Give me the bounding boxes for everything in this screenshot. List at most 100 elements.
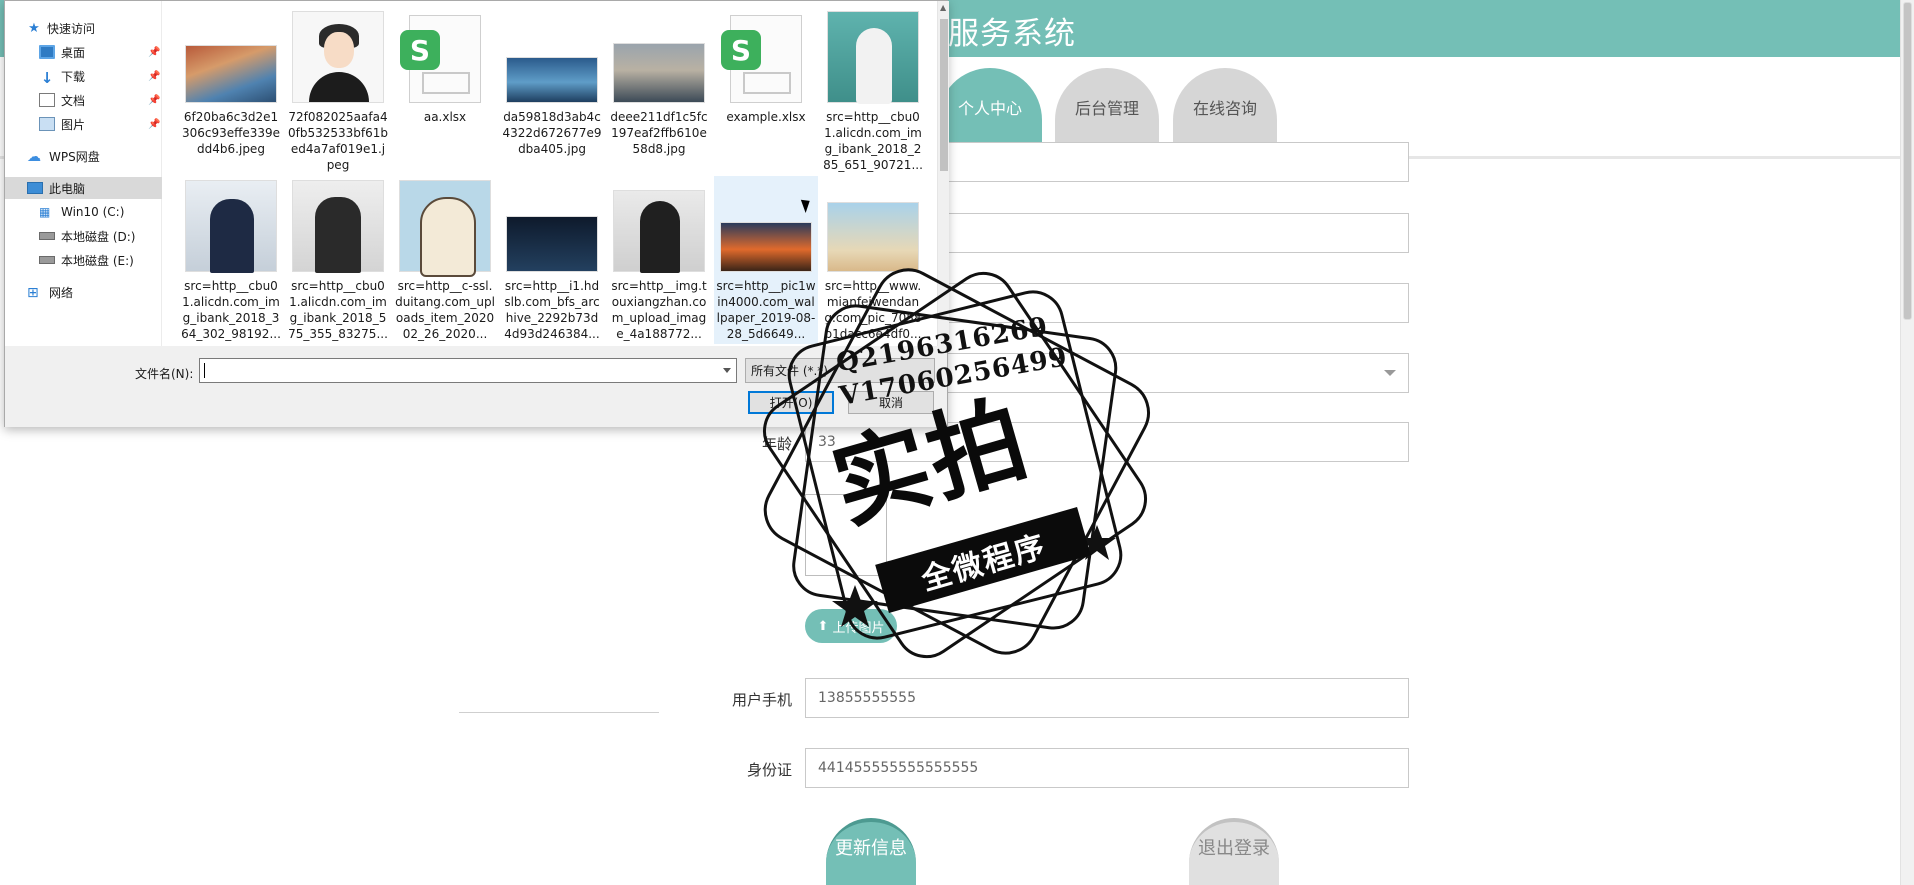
nav-pictures[interactable]: 图片 <box>39 113 85 135</box>
file-name: src=http__www.mianfeiwendang.com_pic_705… <box>824 279 922 341</box>
file-thumbnail <box>185 45 277 103</box>
file-list: 6f20ba6c3d2e1306c93effe339edd4b6.jpeg 72… <box>162 1 937 346</box>
phone-label: 用户手机 <box>731 691 792 709</box>
nav-downloads[interactable]: ↓ 下载 <box>39 65 85 87</box>
file-thumbnail <box>613 190 705 273</box>
file-list-scrollbar-thumb[interactable] <box>940 19 948 171</box>
file-item[interactable]: src=http__i1.hdslb.com_bfs_archive_2292b… <box>500 176 604 344</box>
nav-drive-d[interactable]: 本地磁盘 (D:) <box>39 225 135 247</box>
nav-label: 本地磁盘 (D:) <box>61 229 136 244</box>
star-icon: ★ <box>28 21 40 36</box>
pin-icon: 📌 <box>148 95 161 106</box>
file-name: src=http__cbu01.alicdn.com_img_ibank_201… <box>823 110 923 172</box>
file-item[interactable]: src=http__c-ssl.duitang.com_uploads_item… <box>393 176 497 344</box>
file-name: deee211df1c5fc197eaf2ffb610e58d8.jpg <box>610 110 708 156</box>
idcard-label: 身份证 <box>746 761 792 779</box>
spreadsheet-file-icon: S <box>400 15 481 103</box>
nav-label: 网络 <box>49 285 74 300</box>
upload-button-label: 上传图片 <box>832 620 885 636</box>
nav-label: 快速访问 <box>47 21 96 36</box>
file-name: src=http__img.touxiangzhan.com_upload_im… <box>611 279 707 341</box>
cloud-icon: ☁ <box>27 149 41 165</box>
upload-image-button[interactable]: ⬆ 上传图片 <box>805 609 897 643</box>
watermark-sub: 全微程序 <box>917 528 1051 598</box>
drive-icon <box>39 232 55 240</box>
chevron-down-icon[interactable] <box>723 368 731 373</box>
file-name: example.xlsx <box>726 110 806 124</box>
nav-label: 文档 <box>61 93 86 108</box>
file-thumbnail <box>720 222 812 272</box>
nav-network[interactable]: ⊞ 网络 <box>27 281 73 303</box>
file-name: src=http__cbu01.alicdn.com_img_ibank_201… <box>181 279 281 341</box>
network-icon: ⊞ <box>27 285 39 301</box>
logout-button[interactable]: 退出登录 <box>1189 818 1279 885</box>
divider-line <box>459 712 659 713</box>
filename-input[interactable] <box>199 358 737 383</box>
file-open-dialog: ★ 快速访问 桌面 📌 ↓ 下载 📌 文档 📌 图片 📌 ☁ WPS网盘 此电脑 ▦ W… <box>4 0 949 427</box>
file-thumbnail <box>399 180 491 277</box>
file-item[interactable]: src=http__cbu01.alicdn.com_img_ibank_201… <box>286 176 390 344</box>
file-item[interactable]: 72f082025aafa40fb532533bf61bed4a7af019e1… <box>286 7 390 175</box>
file-name: aa.xlsx <box>423 110 467 124</box>
update-info-button[interactable]: 更新信息 <box>826 818 916 885</box>
text-caret <box>204 363 205 378</box>
nav-label: 下载 <box>61 69 86 84</box>
nav-label: 此电脑 <box>49 181 86 196</box>
picture-icon <box>39 117 55 131</box>
idcard-input[interactable]: 441455555555555555 <box>805 748 1409 788</box>
spreadsheet-file-icon: S <box>721 15 802 103</box>
computer-icon <box>27 182 43 194</box>
file-name: da59818d3ab4c4322d672677e9dba405.jpg <box>502 110 602 156</box>
file-thumbnail <box>506 57 598 103</box>
windows-drive-icon: ▦ <box>39 205 51 219</box>
file-thumbnail <box>613 43 705 103</box>
nav-this-pc[interactable]: 此电脑 <box>5 177 162 199</box>
file-item[interactable]: S example.xlsx <box>714 7 818 175</box>
file-name: 72f082025aafa40fb532533bf61bed4a7af019e1… <box>288 110 389 172</box>
file-thumbnail <box>185 180 277 273</box>
nav-label: 本地磁盘 (E:) <box>61 253 134 268</box>
file-name: src=http__i1.hdslb.com_bfs_archive_2292b… <box>504 279 600 341</box>
open-button[interactable]: 打开(O) <box>748 391 834 414</box>
pin-icon: 📌 <box>148 71 161 82</box>
pin-icon: 📌 <box>148 119 161 130</box>
file-name: src=http__c-ssl.duitang.com_uploads_item… <box>395 279 495 341</box>
page-scrollbar-thumb[interactable] <box>1903 2 1912 320</box>
file-item[interactable]: S aa.xlsx <box>393 7 497 175</box>
nav-wps-cloud[interactable]: ☁ WPS网盘 <box>27 145 100 167</box>
file-name: src=http__pic1win4000.com_wallpaper_2019… <box>716 279 816 341</box>
nav-desktop[interactable]: 桌面 <box>39 41 85 63</box>
file-item[interactable]: src=http__cbu01.alicdn.com_img_ibank_201… <box>179 176 283 344</box>
phone-input[interactable]: 13855555555 <box>805 678 1409 718</box>
nav-label: 桌面 <box>61 45 86 60</box>
nav-label: Win10 (C:) <box>61 205 125 219</box>
nav-label: WPS网盘 <box>49 149 100 164</box>
upload-icon: ⬆ <box>817 618 829 634</box>
nav-drive-e[interactable]: 本地磁盘 (E:) <box>39 249 134 271</box>
nav-drive-c[interactable]: ▦ Win10 (C:) <box>39 201 124 223</box>
age-label: 年龄 <box>761 435 792 453</box>
nav-documents[interactable]: 文档 <box>39 89 85 111</box>
file-name: src=http__cbu01.alicdn.com_img_ibank_201… <box>288 279 388 341</box>
app-title: 服务系统 <box>948 16 1076 52</box>
page-scrollbar[interactable] <box>1900 0 1914 885</box>
dialog-nav-pane: ★ 快速访问 桌面 📌 ↓ 下载 📌 文档 📌 图片 📌 ☁ WPS网盘 此电脑 ▦ W… <box>5 1 162 346</box>
file-item[interactable]: src=http__www.mianfeiwendang.com_pic_705… <box>821 176 925 344</box>
file-item[interactable]: src=http__img.touxiangzhan.com_upload_im… <box>607 176 711 344</box>
file-item[interactable]: da59818d3ab4c4322d672677e9dba405.jpg <box>500 7 604 175</box>
file-thumbnail <box>827 202 919 272</box>
file-item[interactable]: deee211df1c5fc197eaf2ffb610e58d8.jpg <box>607 7 711 175</box>
download-icon: ↓ <box>40 69 54 87</box>
file-item[interactable]: src=http__cbu01.alicdn.com_img_ibank_201… <box>821 7 925 175</box>
nav-quick-access[interactable]: ★ 快速访问 <box>27 17 95 39</box>
file-list-scrollbar[interactable]: ▲ <box>937 1 949 346</box>
scroll-up-icon[interactable]: ▲ <box>940 3 946 12</box>
desktop-icon <box>39 45 55 59</box>
filename-label: 文件名(N): <box>135 367 194 381</box>
file-thumbnail <box>506 216 598 272</box>
file-thumbnail <box>292 180 384 273</box>
file-thumbnail <box>827 11 919 104</box>
file-item[interactable]: 6f20ba6c3d2e1306c93effe339edd4b6.jpeg <box>179 7 283 175</box>
file-thumbnail <box>292 11 384 103</box>
idcard-value: 441455555555555555 <box>818 760 979 776</box>
